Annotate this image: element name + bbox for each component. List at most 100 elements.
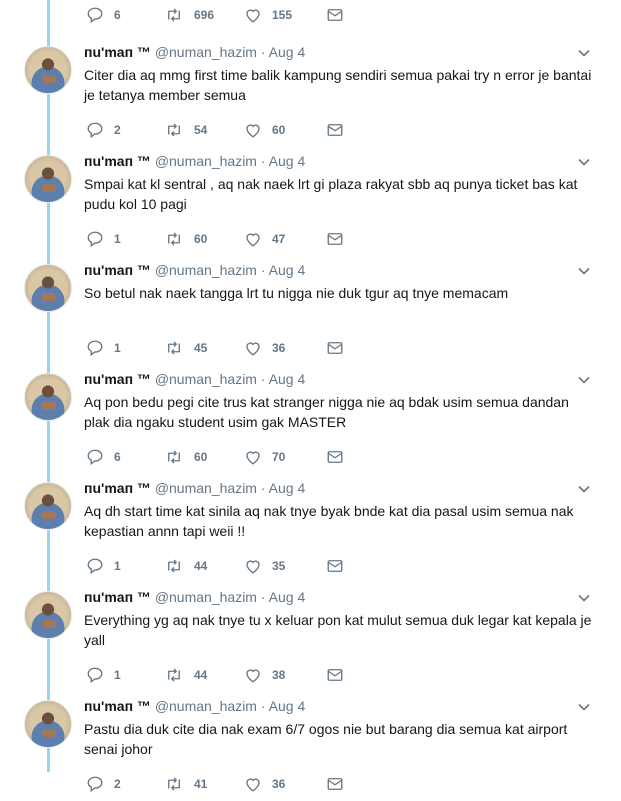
reply-button[interactable]: 6 [86, 6, 121, 24]
retweet-button[interactable]: 60 [164, 448, 207, 466]
reply-count: 2 [114, 777, 121, 791]
tweet-text: Everything yg aq nak tnye tu x keluar po… [84, 612, 592, 648]
retweet-button[interactable]: 45 [164, 339, 207, 357]
reply-button[interactable]: 1 [86, 666, 121, 684]
tweet-date[interactable]: Aug 4 [269, 371, 306, 387]
envelope-icon [327, 9, 343, 21]
reply-button[interactable]: 6 [86, 448, 121, 466]
tweet: ᴨu'maᴨ ™ @numan_hazim · Aug 4 Citer dia … [0, 38, 621, 147]
retweet-icon [168, 123, 180, 137]
user-handle[interactable]: @numan_hazim [155, 480, 257, 496]
chevron-down-icon[interactable] [577, 264, 591, 278]
tweet-text: Aq pon bedu pegi cite trus kat stranger … [84, 394, 569, 430]
direct-message-button[interactable] [326, 230, 344, 248]
direct-message-button[interactable] [326, 775, 344, 793]
tweet-date[interactable]: Aug 4 [269, 44, 306, 60]
direct-message-button[interactable] [326, 666, 344, 684]
like-button[interactable]: 155 [244, 6, 292, 24]
display-name[interactable]: ᴨu'maᴨ ™ [84, 698, 151, 714]
separator: · [260, 44, 266, 60]
like-count: 36 [272, 341, 286, 355]
reply-button[interactable]: 2 [86, 121, 121, 139]
display-name[interactable]: ᴨu'maᴨ ™ [84, 153, 151, 169]
user-handle[interactable]: @numan_hazim [155, 589, 257, 605]
separator: · [260, 480, 266, 496]
like-count: 36 [272, 777, 286, 791]
direct-message-button[interactable] [326, 557, 344, 575]
envelope-icon [327, 124, 343, 136]
display-name[interactable]: ᴨu'maᴨ ™ [84, 371, 151, 387]
chevron-down-icon[interactable] [577, 46, 591, 60]
tweet-date[interactable]: Aug 4 [269, 698, 306, 714]
display-name[interactable]: ᴨu'maᴨ ™ [84, 589, 151, 605]
like-button[interactable]: 36 [244, 775, 285, 793]
avatar[interactable] [24, 591, 72, 639]
reply-icon [87, 340, 103, 357]
direct-message-button[interactable] [326, 339, 344, 357]
chevron-down-icon[interactable] [577, 700, 591, 714]
tweet: ᴨu'maᴨ ™ @numan_hazim · Aug 4 Aq dh star… [0, 474, 621, 583]
heart-icon [246, 451, 260, 465]
tweet-date[interactable]: Aug 4 [269, 153, 306, 169]
retweet-count: 60 [194, 450, 208, 464]
previous-tweet-actions: 6 696 155 [0, 0, 621, 30]
reply-count: 1 [114, 668, 121, 682]
like-button[interactable]: 70 [244, 448, 285, 466]
avatar[interactable] [24, 264, 72, 312]
tweet-header: ᴨu'maᴨ ™ @numan_hazim · Aug 4 [84, 44, 305, 60]
tweet-date[interactable]: Aug 4 [269, 589, 306, 605]
heart-icon [246, 124, 260, 138]
tweet-date[interactable]: Aug 4 [269, 262, 306, 278]
user-handle[interactable]: @numan_hazim [155, 153, 257, 169]
user-handle[interactable]: @numan_hazim [155, 44, 257, 60]
tweet-date[interactable]: Aug 4 [269, 480, 306, 496]
reply-button[interactable]: 2 [86, 775, 121, 793]
retweet-button[interactable]: 44 [164, 666, 207, 684]
tweet-text: So betul nak naek tangga lrt tu nigga ni… [84, 285, 509, 301]
avatar[interactable] [24, 46, 72, 94]
display-name[interactable]: ᴨu'maᴨ ™ [84, 44, 151, 60]
chevron-down-icon[interactable] [577, 155, 591, 169]
avatar[interactable] [24, 155, 72, 203]
reply-count: 1 [114, 341, 121, 355]
display-name[interactable]: ᴨu'maᴨ ™ [84, 262, 151, 278]
reply-icon [87, 122, 103, 139]
tweet-text: Citer dia aq mmg first time balik kampun… [84, 67, 592, 103]
retweet-icon [168, 777, 180, 791]
retweet-button[interactable]: 54 [164, 121, 207, 139]
chevron-down-icon[interactable] [577, 482, 591, 496]
chevron-down-icon[interactable] [577, 591, 591, 605]
like-button[interactable]: 35 [244, 557, 285, 575]
chevron-down-icon[interactable] [577, 373, 591, 387]
reply-button[interactable]: 1 [86, 230, 121, 248]
reply-icon [87, 776, 103, 793]
user-handle[interactable]: @numan_hazim [155, 698, 257, 714]
like-button[interactable]: 36 [244, 339, 285, 357]
display-name[interactable]: ᴨu'maᴨ ™ [84, 480, 151, 496]
like-button[interactable]: 38 [244, 666, 285, 684]
like-button[interactable]: 60 [244, 121, 285, 139]
direct-message-button[interactable] [326, 6, 344, 24]
heart-icon [246, 233, 260, 247]
like-count: 35 [272, 559, 286, 573]
reply-button[interactable]: 1 [86, 557, 121, 575]
heart-icon [246, 560, 260, 574]
avatar[interactable] [24, 373, 72, 421]
direct-message-button[interactable] [326, 121, 344, 139]
direct-message-button[interactable] [326, 448, 344, 466]
avatar[interactable] [24, 700, 72, 748]
retweet-button[interactable]: 44 [164, 557, 207, 575]
retweet-button[interactable]: 41 [164, 775, 207, 793]
separator: · [260, 698, 266, 714]
tweet-text: Aq dh start time kat sinila aq nak tnye … [84, 503, 574, 539]
user-handle[interactable]: @numan_hazim [155, 371, 257, 387]
envelope-icon [327, 233, 343, 245]
like-button[interactable]: 47 [244, 230, 285, 248]
retweet-button[interactable]: 60 [164, 230, 207, 248]
avatar[interactable] [24, 482, 72, 530]
envelope-icon [327, 451, 343, 463]
reply-button[interactable]: 1 [86, 339, 121, 357]
tweet-header: ᴨu'maᴨ ™ @numan_hazim · Aug 4 [84, 698, 305, 714]
user-handle[interactable]: @numan_hazim [155, 262, 257, 278]
retweet-button[interactable]: 696 [164, 6, 214, 24]
